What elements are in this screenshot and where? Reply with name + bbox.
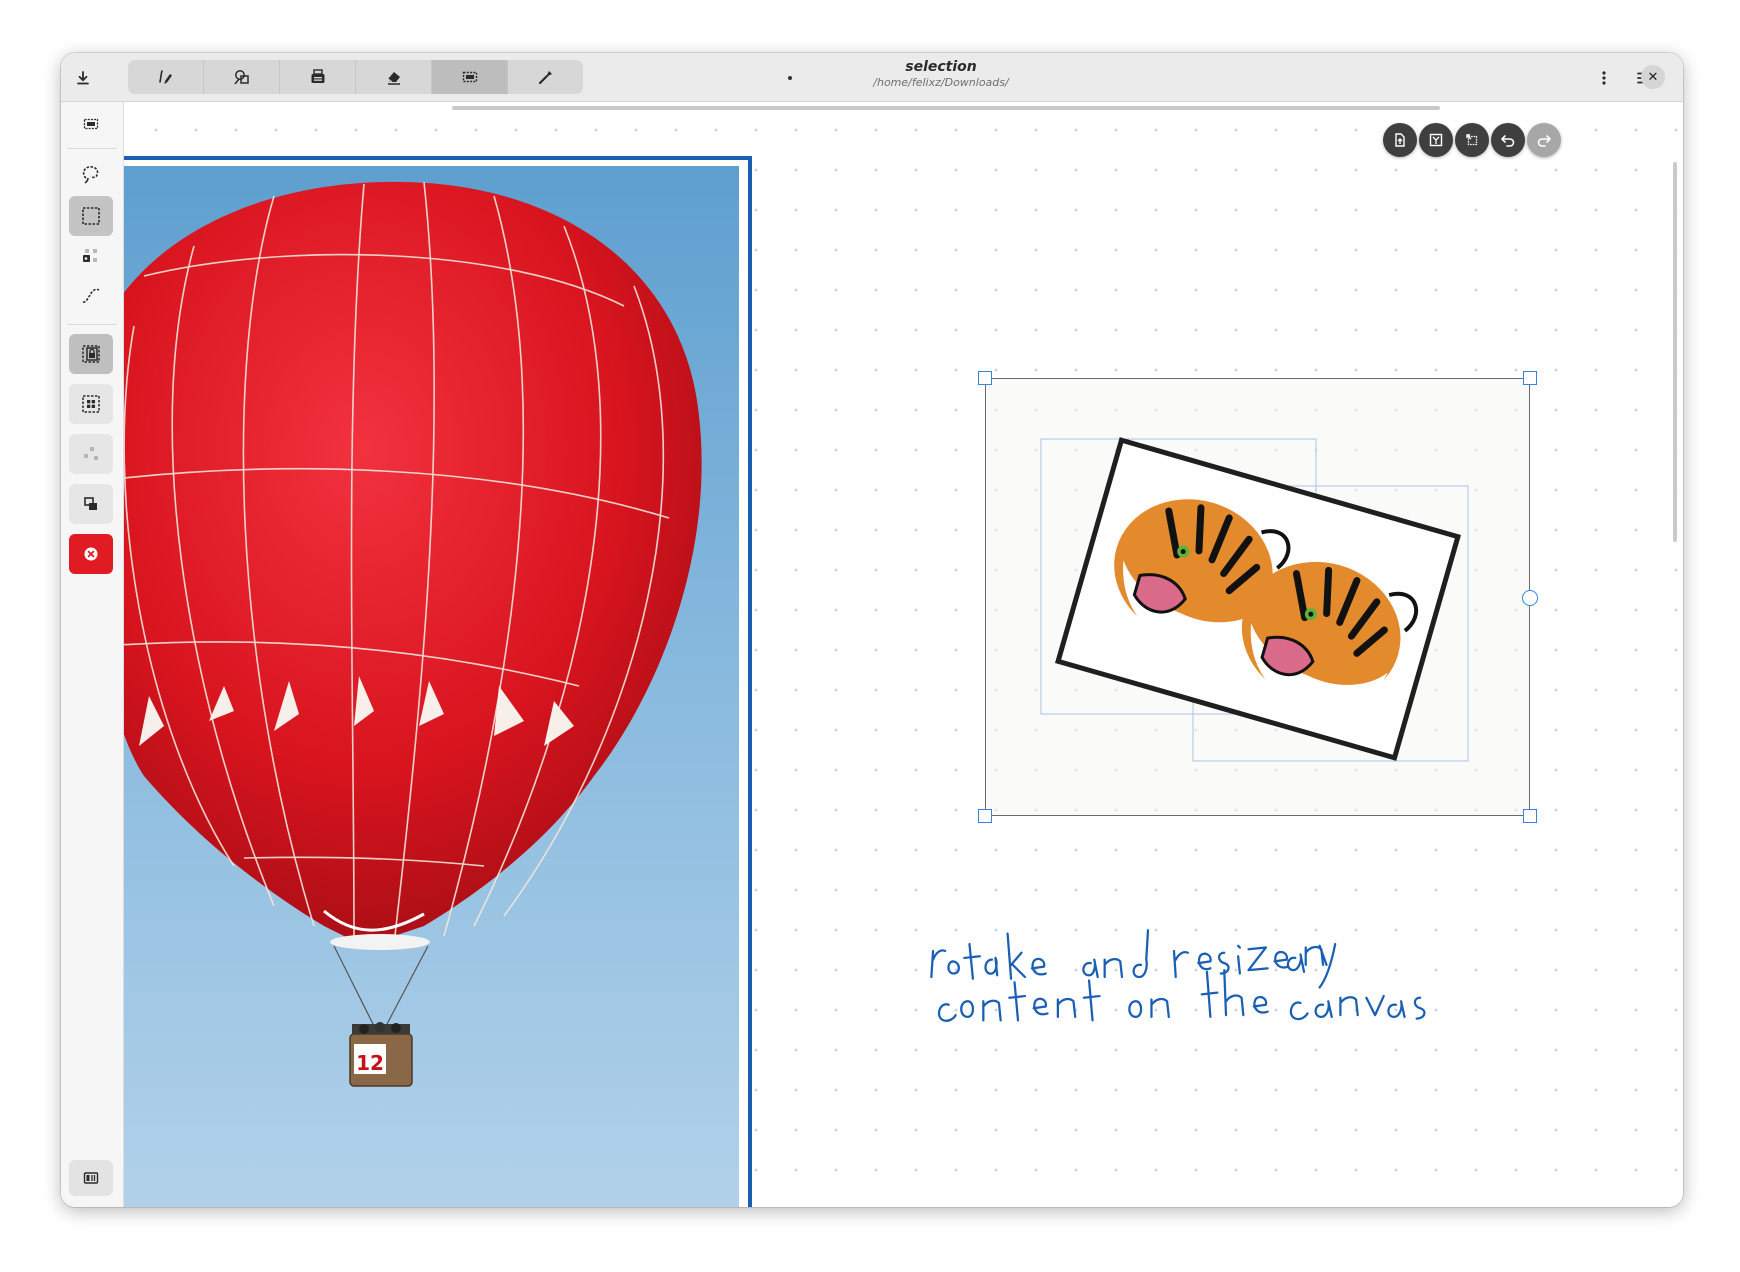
sidebar-toggle-icon [83, 1172, 99, 1184]
tab-eraser[interactable] [356, 60, 432, 94]
select-all-icon [82, 395, 100, 413]
app-window: selection /home/felixz/Downloads/ ✕ 12 [61, 53, 1683, 1207]
redo-button[interactable] [1527, 123, 1561, 157]
select-mode-intersecting[interactable] [69, 276, 113, 316]
resize-lock-aspectratio-toggle[interactable] [69, 334, 113, 374]
pen-style-tabs [128, 60, 583, 94]
resize-handle-top-left[interactable] [978, 371, 992, 385]
typewriter-icon [311, 69, 324, 83]
zoom-fit-icon [1429, 133, 1443, 147]
select-none-icon [84, 447, 98, 460]
magic-icon [1466, 134, 1478, 146]
more-vertical-icon [1602, 71, 1606, 85]
tab-tools[interactable] [508, 60, 583, 94]
select-mode-single[interactable] [69, 236, 113, 276]
snap-button[interactable] [1455, 123, 1489, 157]
tab-selector[interactable] [432, 60, 508, 94]
selector-mode-icon [83, 118, 99, 130]
window-subtitle: /home/felixz/Downloads/ [873, 76, 1009, 89]
horizontal-scrollbar[interactable] [452, 106, 1440, 110]
sidebar-separator [67, 148, 117, 149]
balloon-number-label: 12 [356, 1051, 384, 1075]
select-mode-lasso[interactable] [69, 154, 113, 194]
deselect-all-button[interactable] [69, 434, 113, 474]
handwritten-note[interactable] [914, 902, 1434, 1052]
resize-handle-bottom-left[interactable] [978, 809, 992, 823]
duplicate-selection-button[interactable] [69, 484, 113, 524]
tab-shaper[interactable] [204, 60, 280, 94]
eraser-icon [387, 72, 400, 85]
zoom-fit-button[interactable] [1419, 123, 1453, 157]
delete-selection-button[interactable] [69, 534, 113, 574]
select-mode-rectangle[interactable] [69, 196, 113, 236]
resize-lock-icon [82, 345, 100, 363]
pen-icon [158, 70, 172, 84]
duplicate-icon [84, 497, 97, 510]
close-window-button[interactable]: ✕ [1641, 65, 1665, 89]
selected-content [1040, 437, 1469, 762]
window-title: selection [905, 59, 977, 75]
shapes-icon [233, 70, 249, 85]
save-button[interactable] [66, 61, 100, 95]
redo-icon [1537, 135, 1551, 147]
undo-button[interactable] [1491, 123, 1525, 157]
undo-icon [1501, 135, 1515, 147]
resize-handle-bottom-right[interactable] [1523, 809, 1537, 823]
vertical-scrollbar[interactable] [1673, 162, 1677, 542]
download-icon [77, 71, 89, 85]
image-frame[interactable]: 12 [124, 156, 752, 1207]
sidebar-separator [67, 324, 117, 325]
sidebar-mode-indicator [69, 104, 113, 144]
drawing-canvas[interactable]: 12 [124, 102, 1683, 1207]
title-block: selection /home/felixz/Downloads/ [761, 59, 1121, 90]
export-button[interactable] [1383, 123, 1417, 157]
header-bar: selection /home/felixz/Downloads/ ✕ [61, 53, 1683, 102]
sidebar-toggle-button[interactable] [69, 1160, 113, 1196]
tools-icon [538, 71, 552, 85]
balloon-image: 12 [124, 166, 739, 1207]
selection-bounds[interactable] [978, 371, 1538, 823]
close-icon: ✕ [1647, 69, 1659, 85]
rectangle-select-icon [82, 207, 100, 225]
intersect-select-icon [82, 288, 100, 303]
delete-icon [84, 547, 98, 561]
export-icon [1395, 133, 1405, 147]
lasso-icon [82, 166, 99, 184]
select-all-button[interactable] [69, 384, 113, 424]
selector-icon [462, 71, 477, 83]
rotate-handle[interactable] [1522, 590, 1538, 606]
selector-sidebar [61, 102, 124, 1207]
single-select-icon [83, 249, 97, 262]
tab-brush[interactable] [128, 60, 204, 94]
tab-typewriter[interactable] [280, 60, 356, 94]
balloon-illustration: 12 [124, 181, 702, 1087]
more-options-button[interactable] [1587, 61, 1621, 95]
resize-handle-top-right[interactable] [1523, 371, 1537, 385]
